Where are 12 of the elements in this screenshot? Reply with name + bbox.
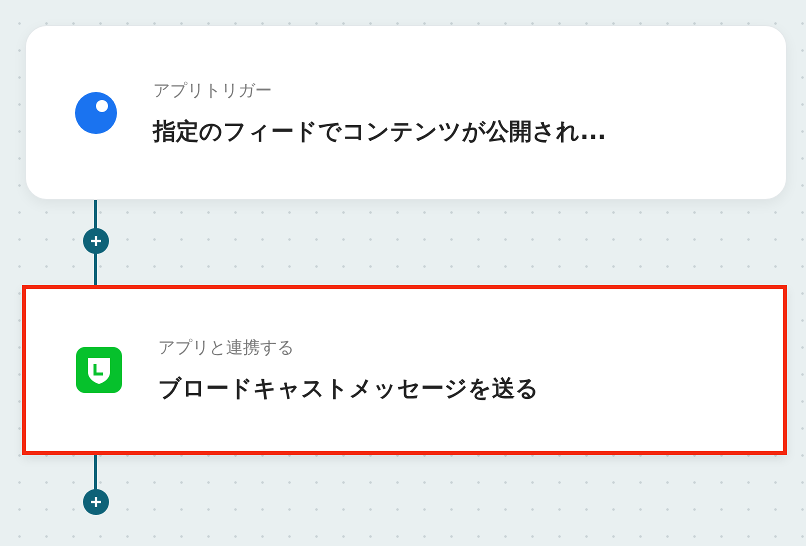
step-title: 指定のフィードでコンテンツが公開され... (153, 118, 606, 146)
step-label: アプリトリガー (153, 80, 273, 102)
add-step-button[interactable] (83, 228, 109, 254)
shield-icon (76, 347, 122, 393)
add-step-button[interactable] (83, 489, 109, 515)
plus-icon (90, 496, 102, 508)
step-card[interactable]: アプリトリガー 指定のフィードでコンテンツが公開され... (25, 25, 787, 200)
plus-icon (90, 235, 102, 247)
step-label: アプリと連携する (158, 337, 295, 359)
step-title: ブロードキャストメッセージを送る (158, 375, 539, 404)
step-card[interactable]: アプリと連携する ブロードキャストメッセージを送る (22, 285, 787, 455)
circle-icon (75, 92, 117, 134)
